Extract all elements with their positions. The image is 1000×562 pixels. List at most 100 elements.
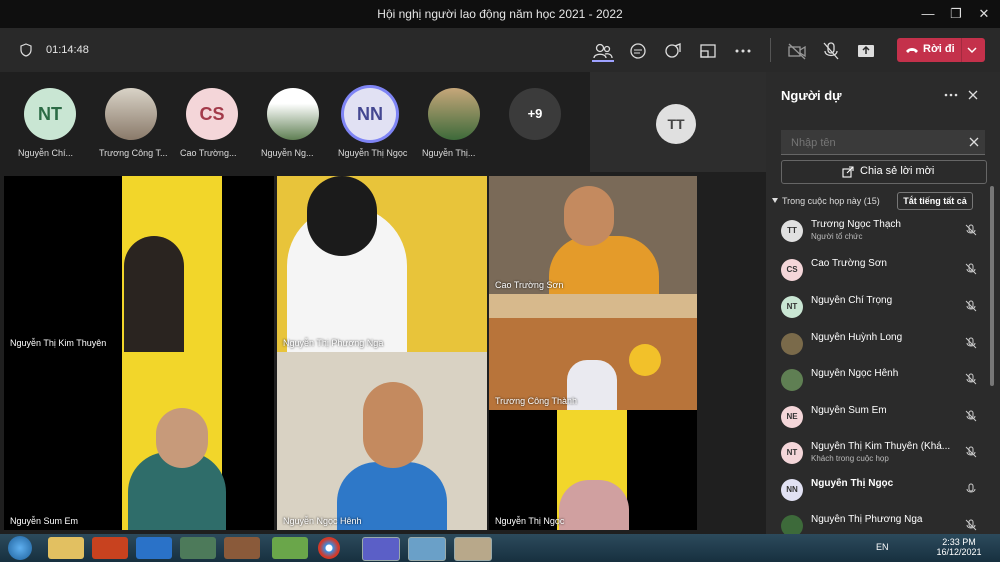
breakout-icon[interactable] <box>697 40 719 62</box>
share-invite-button[interactable]: Chia sẻ lời mời <box>781 160 987 184</box>
tool-app-icon[interactable] <box>180 537 216 559</box>
video-tile[interactable]: Cao Trường Sơn <box>489 176 697 294</box>
mic-muted-icon <box>965 519 977 531</box>
participant-name: Nguyễn Huỳnh Long <box>811 332 903 343</box>
video-label: Nguyễn Thị Ngọc <box>495 516 565 526</box>
video-tile[interactable]: Nguyễn Thị Kim Thuyên <box>4 176 274 352</box>
gallery-name: Nguyễn Thị... <box>422 148 476 158</box>
mic-muted-icon <box>965 263 977 275</box>
video-tile[interactable]: Nguyễn Thị Ngọc <box>489 410 697 530</box>
gallery-tile[interactable]: Nguyễn Ng... <box>261 88 337 168</box>
leave-label: Rời đi <box>923 43 955 55</box>
participant-row[interactable]: Nguyễn Huỳnh Long <box>781 329 981 359</box>
avatar: CS <box>781 259 803 281</box>
camera-off-icon[interactable] <box>786 40 808 62</box>
maximize-icon[interactable]: ❐ <box>946 4 966 24</box>
user-app-icon[interactable] <box>224 537 260 559</box>
gallery-tile[interactable]: NN Nguyễn Thị Ngọc <box>338 88 414 168</box>
search-box[interactable] <box>781 130 985 155</box>
chat-icon[interactable] <box>627 40 649 62</box>
gallery-tile[interactable]: CS Cao Trường... <box>180 88 256 168</box>
more-participants-badge[interactable]: +9 <box>509 88 561 140</box>
mic-on-icon <box>966 483 976 493</box>
gallery-tile[interactable]: NT Nguyễn Chí... <box>18 88 94 168</box>
participant-name: Nguyễn Thị Phương Nga <box>811 514 923 525</box>
meeting-timer: 01:14:48 <box>46 44 89 56</box>
start-button[interactable] <box>8 536 32 560</box>
collapse-icon[interactable] <box>772 198 778 203</box>
desktop-app-icon[interactable] <box>408 537 446 561</box>
title-bar: Hội nghị người lao động năm học 2021 - 2… <box>0 0 1000 28</box>
avatar: NN <box>781 479 803 501</box>
scrollbar[interactable] <box>990 186 994 386</box>
participant-row[interactable]: TT Trương Ngọc Thạch Người tổ chức <box>781 216 981 246</box>
gallery-tile[interactable]: Trương Công T... <box>99 88 175 168</box>
more-options-icon[interactable] <box>732 40 754 62</box>
participant-row[interactable]: NN Nguyễn Thị Ngọc <box>781 475 981 505</box>
teams-app-icon[interactable] <box>362 537 400 561</box>
clock-time: 2:33 PM <box>942 537 976 547</box>
video-tile[interactable]: Nguyễn Thị Phương Nga <box>277 176 487 352</box>
clock[interactable]: 2:33 PM 16/12/2021 <box>934 537 984 557</box>
avatar <box>105 88 157 140</box>
media-app-icon[interactable] <box>92 537 128 559</box>
chrome-app-icon[interactable] <box>318 537 340 559</box>
participant-name: Trương Ngọc Thạch <box>811 219 901 230</box>
section-header[interactable]: Trong cuộc họp này (15) <box>782 196 880 206</box>
video-label: Trương Công Thành <box>495 396 577 406</box>
participant-row[interactable]: NT Nguyễn Chí Trọng <box>781 292 981 322</box>
mic-muted-icon <box>965 446 977 458</box>
video-label: Nguyễn Ngọc Hênh <box>283 516 362 526</box>
language-indicator[interactable]: EN <box>876 542 889 552</box>
participant-row[interactable]: NE Nguyễn Sum Em <box>781 402 981 432</box>
chevron-down-icon[interactable] <box>967 46 977 54</box>
viewer-app-icon[interactable] <box>454 537 492 561</box>
mic-muted-icon <box>965 373 977 385</box>
participants-panel: Người dự Chia sẻ lời mời Trong cuộc họp … <box>766 72 1000 537</box>
mute-all-button[interactable]: Tắt tiếng tất cả <box>897 192 973 210</box>
people-icon[interactable] <box>592 40 614 62</box>
minimize-icon[interactable]: — <box>918 4 938 24</box>
participant-row[interactable]: Nguyễn Ngọc Hênh <box>781 365 981 395</box>
participant-row[interactable]: NT Nguyễn Thị Kim Thuyên (Khá... Khách tro… <box>781 438 981 468</box>
search-input[interactable] <box>789 134 963 152</box>
avatar <box>428 88 480 140</box>
toolbar-divider <box>770 38 771 62</box>
participant-name: Nguyễn Thị Ngọc <box>811 478 894 489</box>
self-tile: TT <box>590 72 766 172</box>
close-panel-icon[interactable] <box>968 90 978 100</box>
utility-app-icon[interactable] <box>272 537 308 559</box>
meeting-toolbar: 01:14:48 Rời đi <box>0 28 1000 72</box>
gallery-name: Nguyễn Chí... <box>18 148 74 158</box>
video-tile[interactable]: Nguyễn Ngọc Hênh <box>277 352 487 530</box>
mic-off-icon[interactable] <box>820 40 842 62</box>
participant-name: Nguyễn Chí Trọng <box>811 295 893 306</box>
avatar: NT <box>781 442 803 464</box>
gallery-name: Trương Công T... <box>99 148 168 158</box>
participant-row[interactable]: CS Cao Trường Sơn <box>781 255 981 285</box>
more-options-icon[interactable] <box>944 92 958 98</box>
clear-search-icon[interactable] <box>969 137 979 147</box>
self-avatar: TT <box>656 104 696 144</box>
taskbar: EN 2:33 PM 16/12/2021 <box>0 534 1000 562</box>
close-icon[interactable]: ✕ <box>974 4 994 24</box>
reactions-icon[interactable] <box>662 40 684 62</box>
video-tile[interactable]: Trương Công Thành <box>489 294 697 410</box>
overflow-tile[interactable]: +9 <box>509 88 579 168</box>
participant-role: Người tổ chức <box>811 232 863 241</box>
avatar <box>267 88 319 140</box>
video-label: Nguyễn Sum Em <box>10 516 79 526</box>
gallery-tile[interactable]: Nguyễn Thị... <box>422 88 498 168</box>
participant-name: Nguyễn Ngọc Hênh <box>811 368 899 379</box>
participant-name: Nguyễn Sum Em <box>811 405 887 416</box>
avatar: NT <box>781 296 803 318</box>
leave-button[interactable]: Rời đi <box>897 38 985 62</box>
share-screen-icon[interactable] <box>855 40 877 62</box>
video-tile[interactable]: Nguyễn Sum Em <box>4 352 274 530</box>
phone-hangup-icon <box>906 48 918 53</box>
ie-app-icon[interactable] <box>136 537 172 559</box>
avatar: NN <box>344 88 396 140</box>
participant-role: Khách trong cuộc họp <box>811 454 889 463</box>
explorer-app-icon[interactable] <box>48 537 84 559</box>
mic-muted-icon <box>965 224 977 236</box>
